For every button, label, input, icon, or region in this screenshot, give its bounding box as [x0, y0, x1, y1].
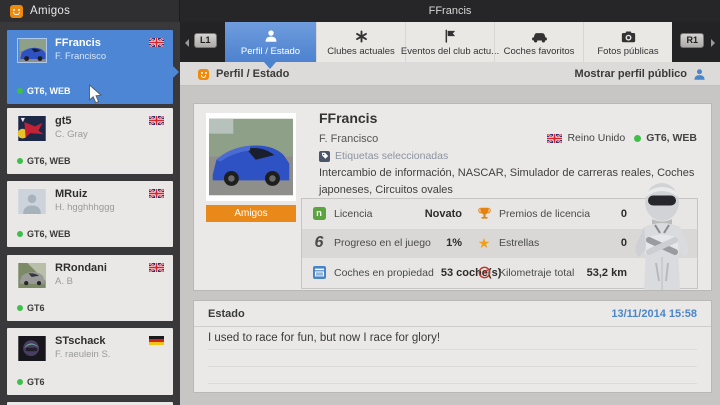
profile-real-name: F. Francisco — [319, 133, 378, 145]
car-icon — [531, 28, 548, 43]
profile-tab-bar: L1 Perfil / Estado Clubes actuales Event… — [180, 22, 720, 62]
friend-avatar — [17, 336, 47, 361]
online-dot — [17, 231, 23, 237]
status-title: Estado — [208, 308, 245, 320]
flag-icon — [444, 28, 457, 43]
friend-card-mruiz[interactable]: MRuiz H. hgghhhggg GT6, WEB — [7, 181, 173, 247]
friend-name: STschack — [55, 335, 106, 347]
tab-strip: Perfil / Estado Clubes actuales Eventos … — [225, 22, 672, 62]
profile-country: Reino Unido — [567, 132, 625, 144]
uk-flag-icon — [149, 263, 164, 272]
tab-clubes-actuales[interactable]: Clubes actuales — [316, 22, 405, 62]
friend-status: GT6, WEB — [17, 156, 71, 166]
status-panel: Estado 13/11/2014 15:58 I used to race f… — [193, 300, 712, 393]
camera-icon — [621, 28, 636, 43]
profile-avatar — [206, 113, 296, 201]
garage-icon — [311, 265, 327, 281]
section-title: Perfil / Estado — [216, 68, 289, 80]
friend-name: gt5 — [55, 115, 72, 127]
uk-flag-icon — [149, 189, 164, 198]
profile-panel: Amigos FFrancis F. Francisco Reino Unido… — [193, 103, 712, 291]
ruled-line — [208, 383, 697, 384]
odometer-icon — [476, 265, 492, 281]
online-dot — [17, 158, 23, 164]
profile-status: GT6, WEB — [646, 132, 697, 144]
public-profile-person-icon — [693, 68, 706, 81]
ruled-line — [208, 366, 697, 367]
sidebar-title: Amigos — [30, 5, 70, 17]
r1-shoulder-button[interactable]: R1 — [680, 33, 704, 48]
racing-driver-figure — [622, 181, 702, 291]
friend-card-gt5[interactable]: gt5 C. Gray GT6, WEB — [7, 108, 173, 174]
mouse-cursor — [88, 84, 103, 110]
friend-status: GT6, WEB — [17, 229, 71, 239]
l1-shoulder-button[interactable]: L1 — [194, 33, 217, 48]
person-icon — [264, 28, 278, 43]
uk-flag-icon — [547, 134, 562, 143]
uk-flag-icon — [149, 116, 164, 125]
trophy-icon — [476, 206, 492, 222]
tab-perfil-estado[interactable]: Perfil / Estado — [225, 22, 316, 62]
online-dot — [17, 305, 23, 311]
show-public-profile-link[interactable]: Mostrar perfil público — [575, 62, 706, 86]
friend-real-name: H. hgghhhggg — [55, 202, 115, 213]
online-dot — [634, 135, 641, 142]
friend-avatar — [17, 263, 47, 288]
divider — [194, 326, 711, 327]
friend-card-rrondani[interactable]: RRondani A. B GT6 — [7, 255, 173, 321]
tab-coches-favoritos[interactable]: Coches favoritos — [494, 22, 583, 62]
german-flag-icon — [149, 336, 164, 345]
active-tab-pointer — [264, 62, 276, 69]
online-dot — [17, 88, 23, 94]
top-bar: Amigos FFrancis — [0, 0, 720, 22]
gt6-community-profile-screen: Amigos FFrancis FFrancis F. Francisco GT… — [0, 0, 720, 405]
friend-status: GT6 — [17, 303, 45, 313]
section-sub-header: Perfil / Estado Mostrar perfil público — [180, 62, 720, 86]
friend-avatar — [17, 38, 47, 63]
section-smiley-icon — [198, 69, 209, 80]
friends-sidebar: FFrancis F. Francisco GT6, WEB gt5 C. Gr… — [0, 22, 180, 405]
selected-tags-header: Etiquetas seleccionadas — [319, 150, 448, 162]
friend-card-stschack[interactable]: STschack F. raeulein S. GT6 — [7, 328, 173, 395]
selected-card-arrow — [173, 66, 179, 78]
license-icon: n — [311, 206, 327, 222]
profile-name: FFrancis — [319, 110, 377, 126]
friend-avatar-placeholder — [17, 189, 47, 214]
friend-avatar — [17, 116, 47, 141]
tab-eventos-del-club[interactable]: Eventos del club actu... — [405, 22, 494, 62]
friend-status: GT6 — [17, 377, 45, 387]
friend-real-name: F. raeulein S. — [55, 349, 110, 360]
friend-name: MRuiz — [55, 188, 87, 200]
status-message: I used to race for fun, but now I race f… — [208, 332, 697, 344]
ruled-line — [208, 349, 697, 350]
friends-smiley-icon — [10, 5, 23, 18]
friend-status: GT6, WEB — [17, 86, 71, 96]
friends-header: Amigos — [0, 0, 180, 22]
star-icon: ★ — [476, 235, 492, 251]
friend-real-name: F. Francisco — [55, 51, 106, 62]
status-date: 13/11/2014 15:58 — [611, 308, 697, 320]
uk-flag-icon — [149, 38, 164, 47]
tab-fotos-publicas[interactable]: Fotos públicas — [583, 22, 672, 62]
gt6-progress-icon: 6 — [311, 235, 327, 251]
friend-name: FFrancis — [55, 37, 101, 49]
page-title: FFrancis — [180, 0, 720, 22]
club-icon — [355, 28, 368, 43]
tabs-prev-arrow-icon[interactable] — [185, 39, 189, 47]
online-dot — [17, 379, 23, 385]
friend-status-button[interactable]: Amigos — [206, 205, 296, 222]
tabs-next-arrow-icon[interactable] — [711, 39, 715, 47]
tag-icon — [319, 151, 330, 162]
friend-real-name: A. B — [55, 276, 73, 287]
friend-name: RRondani — [55, 262, 107, 274]
friend-real-name: C. Gray — [55, 129, 88, 140]
profile-meta: Reino Unido GT6, WEB — [547, 132, 697, 144]
